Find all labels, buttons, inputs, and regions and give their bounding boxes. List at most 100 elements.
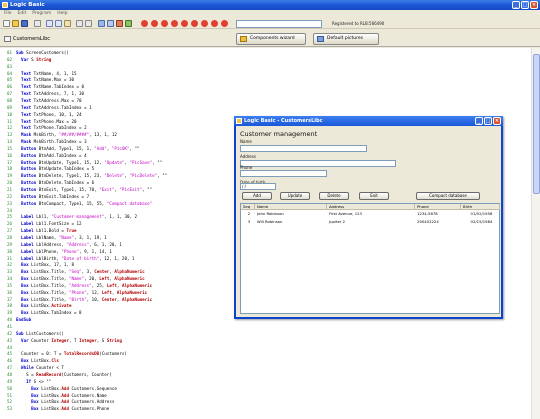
picture-icon[interactable]: [125, 20, 132, 27]
menu-file[interactable]: File: [4, 10, 12, 18]
redo-icon[interactable]: [85, 20, 92, 27]
editor-scrollbar[interactable]: [531, 48, 540, 419]
print-icon[interactable]: [34, 20, 41, 27]
customer-list[interactable]: Seq Name Address Phone Birth 2 John Robi…: [240, 203, 500, 314]
code-token: "Add": [94, 145, 107, 151]
menu-program[interactable]: Program: [32, 10, 51, 18]
undo-icon[interactable]: [76, 20, 83, 27]
code-token: ListBox.Title,: [31, 282, 69, 288]
code-token: Text: [21, 70, 34, 76]
cell-seq[interactable]: 3: [241, 218, 255, 226]
tab-customers[interactable]: CustomersLibc: [3, 34, 50, 44]
delete-button[interactable]: Delete: [319, 192, 349, 200]
code-token: Button: [21, 166, 39, 172]
exit-button[interactable]: Exit: [359, 192, 389, 200]
birth-field[interactable]: / /: [240, 183, 276, 190]
compact-database-button[interactable]: Compact database: [416, 192, 480, 200]
help-icon[interactable]: [221, 20, 228, 27]
open-folder-icon[interactable]: [12, 20, 19, 27]
code-token: Box: [31, 399, 42, 405]
title-bar: Logic Basic _ □ ×: [0, 0, 540, 10]
phone-field[interactable]: [240, 170, 327, 177]
default-pictures-button[interactable]: Default pictures: [313, 33, 379, 45]
code-token: ListBox.: [41, 385, 62, 391]
code-token: , 1, 1, 30, 2: [104, 214, 138, 220]
maximize-button[interactable]: □: [521, 1, 529, 9]
code-token: Lbl1.Bold =: [36, 228, 67, 234]
code-token: While: [21, 365, 37, 371]
minimize-button[interactable]: _: [512, 1, 520, 9]
code-token: TxtName.TabIndex = 0: [33, 84, 85, 90]
components-wizard-label: Components wizard: [250, 36, 295, 41]
code-token: EndSub: [16, 317, 32, 323]
cell-phone[interactable]: 290402224: [415, 218, 461, 226]
replace-icon[interactable]: [107, 20, 114, 27]
code-token: Customers.Sequence: [71, 385, 117, 391]
code-token: Box: [31, 406, 42, 412]
code-token: Integer: [51, 337, 69, 343]
pictures-icon: [317, 36, 324, 42]
code-token: LblBirth,: [36, 255, 62, 261]
debug-icon[interactable]: [191, 20, 198, 27]
code-token: Box: [21, 276, 32, 282]
breakpoint-icon[interactable]: [211, 20, 218, 27]
code-token: Label: [21, 255, 37, 261]
cell-phone[interactable]: 1234-5678: [415, 210, 461, 218]
menu-help[interactable]: Help: [57, 10, 67, 18]
cell-name[interactable]: John Robinson: [255, 210, 327, 218]
trace-icon[interactable]: [201, 20, 208, 27]
code-token: MskBirth.TabIndex = 3: [33, 139, 87, 145]
stop-icon[interactable]: [141, 20, 148, 27]
cell-birth[interactable]: 02/15/1984: [461, 218, 500, 226]
tab-label: CustomersLibc: [13, 36, 50, 42]
cell-address[interactable]: First Avenue, 123: [327, 210, 415, 218]
dialog-app-icon: [236, 118, 242, 124]
code-token: Customers.Phone: [71, 406, 110, 412]
step-icon[interactable]: [171, 20, 178, 27]
run-icon[interactable]: [161, 20, 168, 27]
search-input[interactable]: [236, 20, 322, 28]
copy-icon[interactable]: [55, 20, 62, 27]
record-icon[interactable]: [151, 20, 158, 27]
dialog-maximize-button[interactable]: □: [484, 117, 492, 125]
code-token: Text: [21, 84, 34, 90]
save-icon[interactable]: [21, 20, 28, 27]
update-button[interactable]: Update: [280, 192, 310, 200]
code-token: Mask: [21, 139, 34, 145]
code-token: Box: [21, 289, 32, 295]
name-field[interactable]: [240, 145, 367, 152]
dialog-heading: Customer management: [240, 130, 318, 138]
cell-birth[interactable]: 01/02/1958: [461, 210, 500, 218]
add-button[interactable]: Add: [242, 192, 272, 200]
cut-icon[interactable]: [46, 20, 53, 27]
code-token: "Birth": [68, 296, 87, 302]
app-icon: [2, 2, 8, 8]
cell-seq[interactable]: 2: [241, 210, 255, 218]
code-token: AlphaNumeric: [116, 289, 148, 295]
components-wizard-button[interactable]: Components wizard: [236, 33, 306, 45]
code-token: Mask: [21, 132, 34, 138]
cell-name[interactable]: Will Robinson: [255, 218, 327, 226]
menu-edit[interactable]: Edit: [18, 10, 27, 18]
scrollbar-thumb[interactable]: [533, 54, 540, 194]
code-token: Box: [21, 269, 32, 275]
pause-icon[interactable]: [181, 20, 188, 27]
cell-address[interactable]: Jupiter 2: [327, 218, 415, 226]
code-line[interactable]: 53 Box ListBox.Add Customers.Phone: [0, 405, 530, 412]
dialog-close-button[interactable]: ×: [493, 117, 501, 125]
new-file-icon[interactable]: [3, 20, 10, 27]
code-token: "Name": [58, 234, 75, 240]
close-button[interactable]: ×: [530, 1, 538, 9]
address-field[interactable]: [240, 160, 396, 167]
tools-icon[interactable]: [116, 20, 123, 27]
code-token: Cls: [51, 358, 59, 364]
dialog-minimize-button[interactable]: _: [475, 117, 483, 125]
code-token: AlphaNumeric: [121, 282, 153, 288]
find-icon[interactable]: [98, 20, 105, 27]
code-token: String: [106, 337, 122, 343]
code-token: Customers.Name: [71, 392, 107, 398]
paste-icon[interactable]: [64, 20, 71, 27]
code-token: S =: [16, 371, 37, 377]
code-token: AlphaNumeric: [121, 296, 153, 302]
